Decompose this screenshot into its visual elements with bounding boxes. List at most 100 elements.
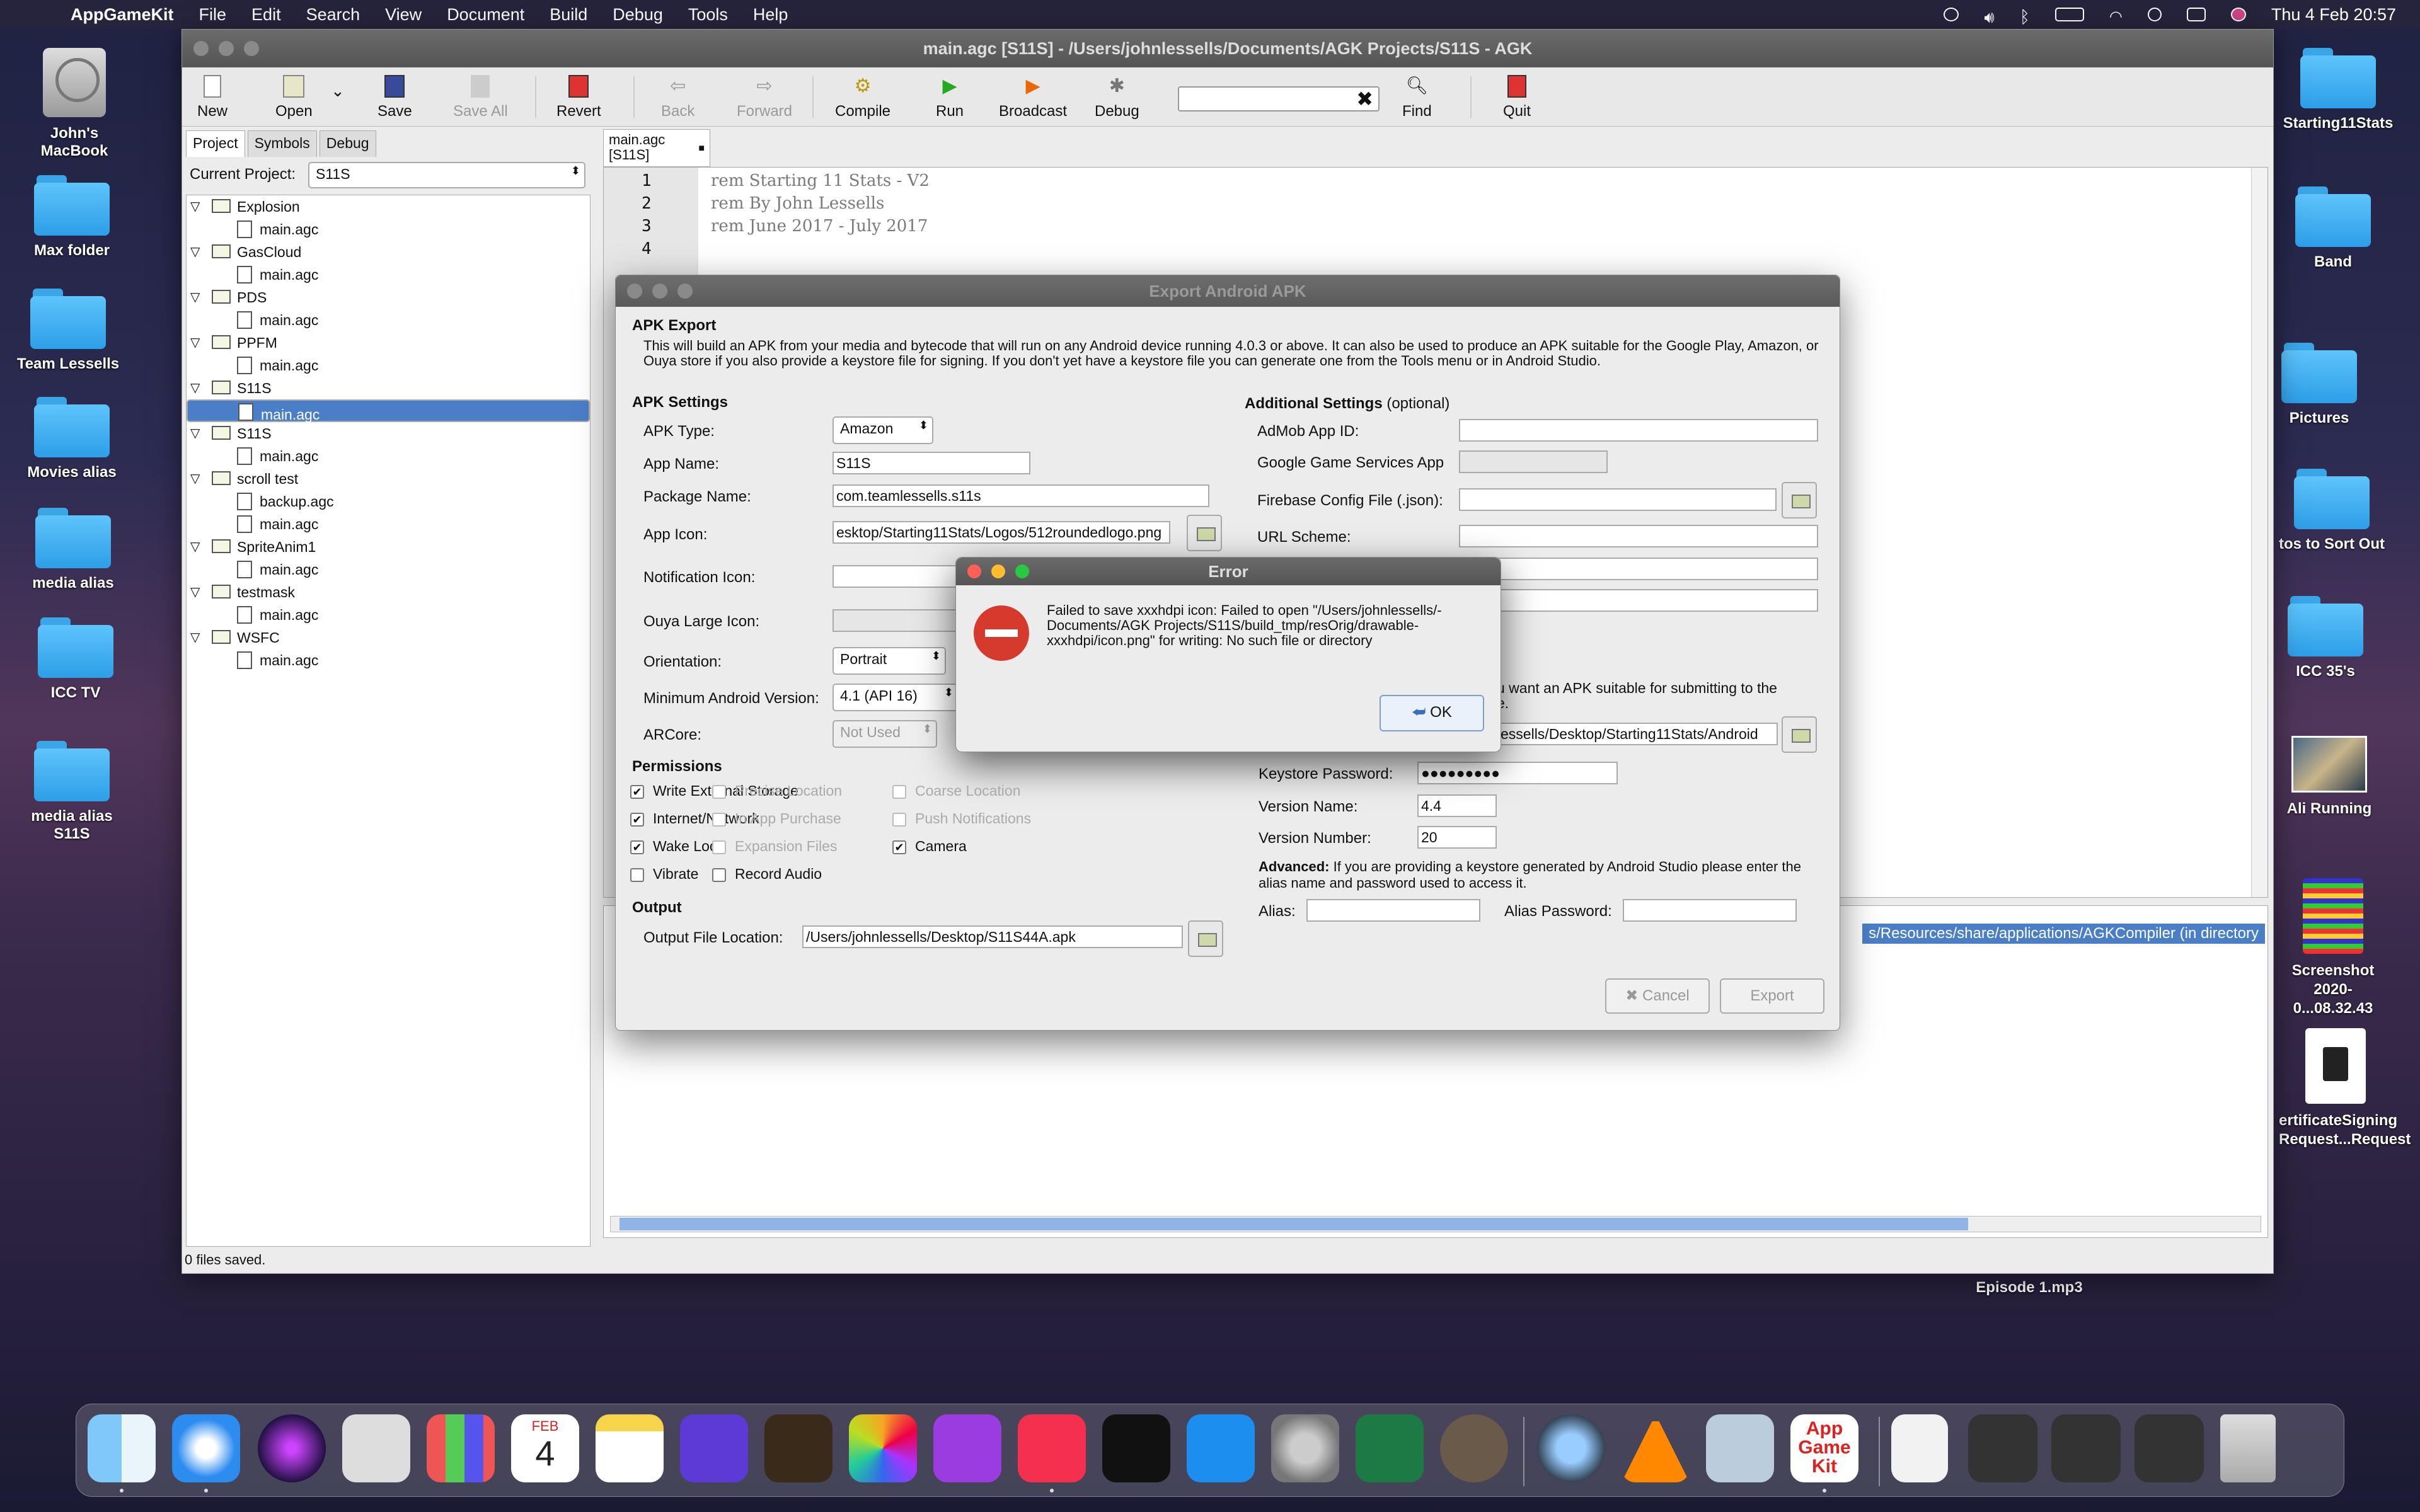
menu-search[interactable]: Search bbox=[306, 5, 360, 25]
tree-file[interactable]: main.agc bbox=[187, 263, 590, 286]
expand-triangle-icon[interactable]: ▽ bbox=[190, 422, 200, 445]
battery-icon[interactable] bbox=[2054, 8, 2084, 21]
quit-button[interactable]: Quit bbox=[1503, 72, 1531, 120]
apk-type-select[interactable]: Amazon ⬍ bbox=[833, 416, 933, 444]
gimp-icon[interactable] bbox=[1440, 1414, 1508, 1482]
expand-triangle-icon[interactable]: ▽ bbox=[190, 286, 200, 309]
screen-record-icon[interactable] bbox=[1944, 8, 1959, 21]
garageband-icon[interactable] bbox=[764, 1414, 833, 1482]
debug-button[interactable]: ✱ Debug bbox=[1095, 72, 1139, 120]
excel-icon[interactable] bbox=[1356, 1414, 1424, 1482]
menu-help[interactable]: Help bbox=[753, 5, 788, 25]
menu-document[interactable]: Document bbox=[447, 5, 524, 25]
firebase-config-input[interactable] bbox=[1459, 488, 1777, 511]
desktop-icon-movies-alias[interactable]: Movies alias bbox=[15, 397, 129, 481]
tree-file[interactable]: main.agc bbox=[187, 649, 590, 672]
desktop-icon-icc-tv[interactable]: ICC TV bbox=[19, 617, 132, 702]
package-name-input[interactable]: com.teamlessells.s11s bbox=[833, 484, 1209, 507]
open-button[interactable]: Open bbox=[275, 72, 313, 120]
tree-file[interactable]: main.agc bbox=[187, 399, 590, 423]
browse-firebase-button[interactable] bbox=[1782, 482, 1817, 518]
tree-file[interactable]: main.agc bbox=[187, 309, 590, 331]
calculator-icon[interactable] bbox=[342, 1414, 410, 1482]
desktop-icon-photos-to-sort[interactable]: tos to Sort Out bbox=[2275, 469, 2388, 553]
export-button[interactable]: Export bbox=[1720, 978, 1824, 1014]
app-icon-input[interactable]: esktop/Starting11Stats/Logos/512roundedl… bbox=[833, 521, 1170, 544]
tree-file[interactable]: main.agc bbox=[187, 445, 590, 467]
window-thumbnail-music[interactable] bbox=[1968, 1414, 2037, 1482]
window-titlebar[interactable]: main.agc [S11S] - /Users/johnlessells/Do… bbox=[182, 30, 2273, 67]
quicktime-icon[interactable] bbox=[1537, 1414, 1605, 1482]
tree-folder[interactable]: ▽ WSFC bbox=[187, 626, 590, 649]
tree-file[interactable]: main.agc bbox=[187, 218, 590, 241]
desktop-icon-pictures[interactable]: Pictures bbox=[2262, 343, 2376, 427]
tree-folder[interactable]: ▽ testmask bbox=[187, 581, 590, 604]
photos-icon[interactable] bbox=[849, 1414, 917, 1482]
desktop-icon-media-alias-s11s[interactable]: media alias S11S bbox=[15, 741, 129, 843]
app-store-icon[interactable] bbox=[1187, 1414, 1255, 1482]
desktop-icon-starting11stats[interactable]: Starting11Stats bbox=[2281, 48, 2395, 132]
tree-folder[interactable]: ▽ GasCloud bbox=[187, 241, 590, 263]
menu-debug[interactable]: Debug bbox=[613, 5, 663, 25]
notes-icon[interactable] bbox=[596, 1414, 664, 1482]
siri-icon[interactable] bbox=[258, 1414, 326, 1482]
zoom-button[interactable] bbox=[244, 41, 259, 56]
browse-output-button[interactable] bbox=[1188, 920, 1223, 957]
search-icon[interactable] bbox=[2147, 8, 2162, 21]
alias-password-input[interactable] bbox=[1623, 899, 1797, 922]
toolbar-search-input[interactable]: ✖ bbox=[1178, 86, 1380, 112]
desktop-icon-max-folder[interactable]: Max folder bbox=[15, 175, 129, 260]
broadcast-button[interactable]: ▶ Broadcast bbox=[999, 72, 1067, 120]
permission-checkbox[interactable]: Record Audio bbox=[712, 866, 822, 883]
permission-checkbox[interactable]: ✔ Camera bbox=[892, 838, 967, 855]
tab-project[interactable]: Project bbox=[186, 130, 245, 157]
admob-input[interactable] bbox=[1459, 419, 1818, 442]
wifi-icon[interactable]: ◠ bbox=[2109, 8, 2123, 25]
desktop-icon-icc35s[interactable]: ICC 35's bbox=[2269, 596, 2382, 680]
tree-file[interactable]: main.agc bbox=[187, 604, 590, 626]
error-titlebar[interactable]: Error bbox=[956, 558, 1501, 585]
minimize-button[interactable] bbox=[652, 284, 667, 299]
zoom-button[interactable] bbox=[1015, 564, 1029, 578]
tree-folder[interactable]: ▽ PDS bbox=[187, 286, 590, 309]
menu-view[interactable]: View bbox=[385, 5, 422, 25]
forward-button[interactable]: ⇨ Forward bbox=[737, 72, 792, 120]
minimize-button[interactable] bbox=[219, 41, 234, 56]
tab-symbols[interactable]: Symbols bbox=[247, 130, 317, 157]
window-thumbnail-safari[interactable] bbox=[2135, 1414, 2204, 1482]
back-button[interactable]: ⇦ Back bbox=[661, 72, 694, 120]
tree-file[interactable]: backup.agc bbox=[187, 490, 590, 513]
ok-button[interactable]: ⮨ OK bbox=[1380, 695, 1484, 731]
window-thumbnail-finder[interactable] bbox=[2051, 1414, 2121, 1482]
close-button[interactable] bbox=[193, 41, 209, 56]
alias-input[interactable] bbox=[1306, 899, 1480, 922]
cancel-button[interactable]: ✖ Cancel bbox=[1605, 978, 1710, 1014]
desktop-icon-episode-mp3[interactable]: Episode 1.mp3 bbox=[1973, 1279, 2086, 1297]
siri-icon[interactable] bbox=[2230, 8, 2246, 21]
additional-input[interactable] bbox=[1459, 589, 1818, 612]
tree-folder[interactable]: ▽ scroll test bbox=[187, 467, 590, 490]
tree-folder[interactable]: ▽ PPFM bbox=[187, 331, 590, 354]
preview-icon[interactable] bbox=[1706, 1414, 1774, 1482]
desktop-icon-band[interactable]: Band bbox=[2276, 186, 2390, 271]
editor-vertical-scrollbar[interactable] bbox=[2251, 168, 2267, 897]
find-button[interactable]: 🔍︎ Find bbox=[1402, 72, 1432, 120]
expand-triangle-icon[interactable]: ▽ bbox=[190, 581, 200, 604]
expand-triangle-icon[interactable]: ▽ bbox=[190, 331, 200, 354]
tab-close-icon[interactable]: ■ bbox=[698, 141, 705, 156]
document-thumbnail[interactable] bbox=[1891, 1414, 1948, 1482]
tree-folder[interactable]: ▽ Explosion bbox=[187, 195, 590, 218]
system-preferences-icon[interactable] bbox=[1271, 1414, 1339, 1482]
appgamekit-icon[interactable]: App Game Kit bbox=[1790, 1414, 1858, 1482]
desktop-icon-macbook[interactable]: John's MacBook bbox=[18, 48, 131, 160]
podcasts-icon[interactable] bbox=[933, 1414, 1001, 1482]
music-icon[interactable] bbox=[1018, 1414, 1086, 1482]
horizontal-scrollbar[interactable] bbox=[610, 1216, 2261, 1232]
permission-checkbox[interactable]: ✔ Wake Lock bbox=[630, 838, 724, 855]
output-file-location-input[interactable]: /Users/johnlessells/Desktop/S11S44A.apk bbox=[802, 925, 1183, 948]
keystore-file-input[interactable]: essells/Desktop/Starting11Stats/Android bbox=[1497, 723, 1778, 745]
bluetooth-icon[interactable]: ᛒ bbox=[2020, 8, 2030, 26]
tree-folder[interactable]: ▽ SpriteAnim1 bbox=[187, 536, 590, 558]
url-scheme-input[interactable] bbox=[1459, 525, 1818, 547]
control-center-icon[interactable] bbox=[2186, 8, 2206, 21]
